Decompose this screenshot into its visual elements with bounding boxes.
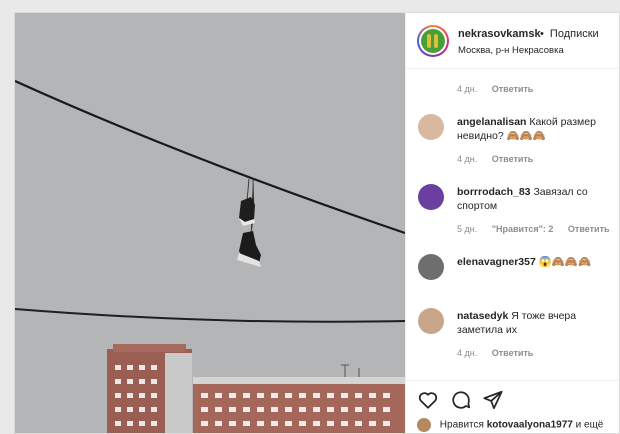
caption-reply-button[interactable]: Ответить: [492, 84, 534, 94]
comment-time: 5 дн.: [457, 224, 478, 234]
commenter-username[interactable]: angelanalisan: [457, 116, 526, 128]
commenter-avatar[interactable]: [418, 254, 444, 280]
comment-meta: 4 дн. Ответить: [457, 348, 545, 358]
photo-scene: [15, 13, 405, 433]
comment-body: natasedyk Я тоже вчера заметила их: [457, 309, 615, 337]
commenter-username[interactable]: natasedyk: [457, 310, 508, 322]
post-modal: nekrasovkamsk • Подписки Москва, р-н Нек…: [14, 12, 620, 434]
post-location[interactable]: Москва, р-н Некрасовка: [458, 45, 564, 56]
comment-time: 4 дн.: [457, 154, 478, 164]
author-avatar[interactable]: [417, 25, 449, 57]
follow-label: Подписки: [549, 28, 599, 40]
caption-time: 4 дн.: [457, 84, 478, 94]
post-header: nekrasovkamsk • Подписки Москва, р-н Нек…: [406, 13, 619, 69]
likes-suffix[interactable]: и ещё: [576, 420, 604, 431]
follow-separator: •: [540, 28, 544, 40]
heart-icon[interactable]: [417, 389, 439, 411]
author-username[interactable]: nekrasovkamsk: [458, 28, 541, 40]
caption-meta: 4 дн. Ответить: [457, 84, 545, 94]
comments-list[interactable]: 4 дн. Ответить angelanalisan Какой разме…: [406, 70, 619, 388]
commenter-avatar[interactable]: [418, 114, 444, 140]
comment-reply-button[interactable]: Ответить: [492, 154, 534, 164]
comment-body: angelanalisan Какой размер невидно? 🙈🙈🙈: [457, 115, 615, 143]
comment-likes[interactable]: "Нравится": 2: [492, 224, 554, 234]
sneaker-upper: [239, 197, 255, 226]
comment-body: borrrodach_83 Завязал со спортом: [457, 185, 615, 213]
commenter-username[interactable]: elenavagner357: [457, 256, 536, 268]
post-actions: Нравится kotovaalyona1977 и ещё: [406, 380, 619, 433]
commenter-avatar[interactable]: [418, 184, 444, 210]
commenter-username[interactable]: borrrodach_83: [457, 186, 531, 198]
comment-meta: 5 дн. "Нравится": 2 Ответить: [457, 224, 619, 234]
post-side-panel: nekrasovkamsk • Подписки Москва, р-н Нек…: [405, 13, 619, 433]
share-icon[interactable]: [482, 389, 504, 411]
likes-prefix: Нравится: [439, 419, 484, 431]
comment-text: 😱🙈🙈🙈: [538, 256, 592, 268]
comment-reply-button[interactable]: Ответить: [492, 348, 534, 358]
building-left: [107, 344, 192, 433]
comment-reply-button[interactable]: Ответить: [568, 224, 610, 234]
liker-username[interactable]: kotovaalyona1977: [487, 420, 573, 431]
comment-time: 4 дн.: [457, 348, 478, 358]
follow-button[interactable]: • Подписки: [540, 28, 599, 40]
comment-meta: 4 дн. Ответить: [457, 154, 545, 164]
commenter-avatar[interactable]: [418, 308, 444, 334]
likes-summary[interactable]: Нравится kotovaalyona1977 и ещё: [417, 418, 603, 432]
comment-body: elenavagner357 😱🙈🙈🙈: [457, 255, 615, 269]
comment-icon[interactable]: [450, 389, 472, 411]
post-photo[interactable]: [15, 13, 405, 433]
liker-avatar: [417, 418, 431, 432]
